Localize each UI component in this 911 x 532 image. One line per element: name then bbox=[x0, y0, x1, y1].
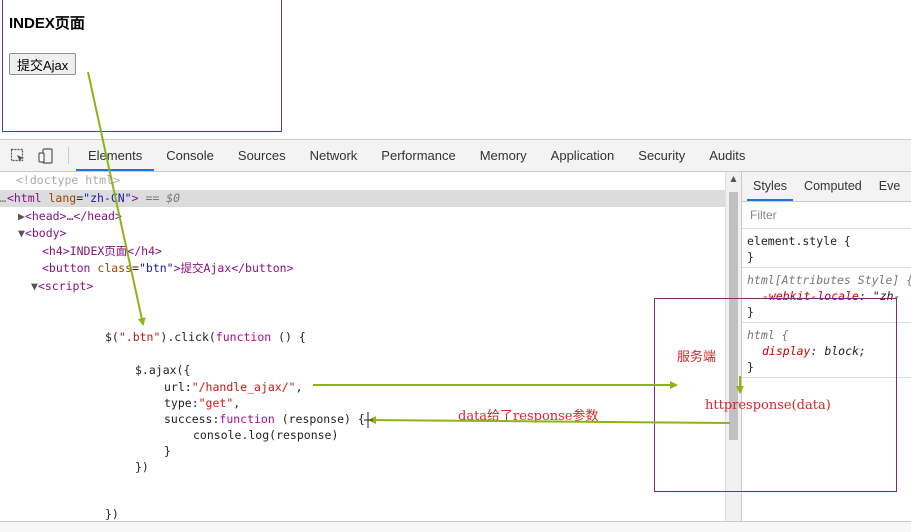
code-line-console-log: console.log(response) bbox=[193, 428, 339, 442]
styles-filter-input[interactable]: Filter bbox=[742, 202, 911, 229]
dom-node-script[interactable]: ▼<script> bbox=[31, 278, 93, 295]
tab-styles[interactable]: Styles bbox=[747, 172, 794, 201]
code-line-close-brace: } bbox=[164, 444, 171, 458]
ellipsis-icon: … bbox=[0, 191, 7, 205]
collapse-triangle-icon[interactable]: ▼ bbox=[31, 279, 38, 293]
filter-placeholder: Filter bbox=[750, 208, 777, 222]
tab-audits[interactable]: Audits bbox=[697, 140, 757, 171]
page-title: INDEX页面 bbox=[9, 15, 85, 32]
tab-application[interactable]: Application bbox=[539, 140, 627, 171]
tab-computed[interactable]: Computed bbox=[798, 172, 868, 201]
tab-network[interactable]: Network bbox=[298, 140, 370, 171]
code-line-close-ajax: }) bbox=[135, 460, 149, 474]
code-line-success: success:function (response) { bbox=[164, 412, 365, 426]
styles-tabs: Styles Computed Eve bbox=[742, 172, 911, 202]
devtools-bottom-bar bbox=[0, 521, 911, 532]
dom-node-html[interactable]: …<html lang="zh-CN"> == $0 bbox=[0, 190, 725, 207]
dom-node-h4[interactable]: <h4>INDEX页面</h4> bbox=[42, 243, 162, 260]
code-line-click-handler: $(".btn").click(function () { bbox=[105, 330, 306, 344]
tab-elements[interactable]: Elements bbox=[76, 140, 155, 171]
submit-ajax-button[interactable]: 提交Ajax bbox=[9, 53, 77, 75]
code-line-url: url:"/handle_ajax/", bbox=[164, 380, 303, 394]
toolbar-divider bbox=[68, 147, 69, 164]
collapse-triangle-icon[interactable]: ▼ bbox=[18, 226, 25, 240]
httpresponse-label: httpresponse(data) bbox=[705, 398, 831, 413]
dom-node-doctype[interactable]: <!doctype html> bbox=[16, 172, 120, 189]
server-annotation-box bbox=[654, 298, 897, 492]
tab-sources[interactable]: Sources bbox=[226, 140, 298, 171]
dom-node-button[interactable]: <button class="btn">提交Ajax</button> bbox=[42, 260, 294, 277]
tab-performance[interactable]: Performance bbox=[369, 140, 467, 171]
expand-triangle-icon[interactable]: ▶ bbox=[18, 209, 25, 223]
dom-node-head[interactable]: ▶<head>…</head> bbox=[18, 208, 122, 225]
code-line-type: type:"get", bbox=[164, 396, 241, 410]
data-to-response-label: data给了response参数 bbox=[458, 409, 599, 424]
tab-event-listeners[interactable]: Eve bbox=[873, 172, 907, 201]
elements-tree: <!doctype html> …<html lang="zh-CN"> == … bbox=[0, 172, 725, 532]
devtools-toolbar: Elements Console Sources Network Perform… bbox=[0, 140, 911, 172]
code-line-ajax: $.ajax({ bbox=[135, 363, 191, 377]
tab-security[interactable]: Security bbox=[626, 140, 697, 171]
inspect-element-icon[interactable] bbox=[10, 148, 26, 164]
style-rule-element[interactable]: element.style { } bbox=[742, 229, 911, 268]
scroll-up-icon[interactable]: ▲ bbox=[726, 172, 741, 186]
tab-console[interactable]: Console bbox=[154, 140, 226, 171]
tab-memory[interactable]: Memory bbox=[468, 140, 539, 171]
devtools-tabs: Elements Console Sources Network Perform… bbox=[76, 140, 757, 171]
device-toolbar-icon[interactable] bbox=[38, 148, 54, 164]
server-label: 服务端 bbox=[677, 350, 717, 365]
page-preview: INDEX页面 提交Ajax bbox=[2, 0, 282, 132]
dom-node-body[interactable]: ▼<body> bbox=[18, 225, 66, 242]
